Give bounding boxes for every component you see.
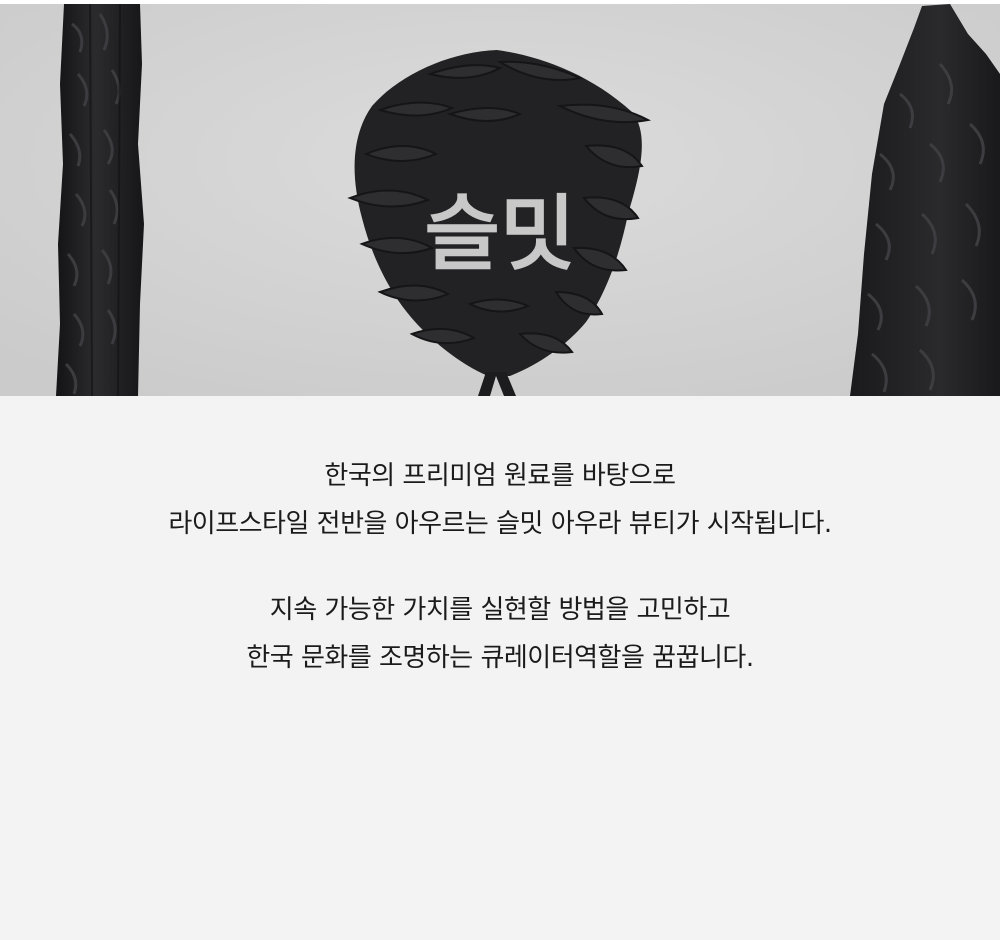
brand-logo: 슬밋 bbox=[425, 187, 576, 282]
brand-intro: 한국의 프리미엄 원료를 바탕으로 라이프스타일 전반을 아우르는 슬밋 아우라… bbox=[0, 396, 1000, 940]
brand-logo-text: 슬밋 bbox=[425, 187, 576, 282]
intro-paragraph-2-line-2: 한국 문화를 조명하는 큐레이터역할을 꿈꿉니다. bbox=[246, 643, 754, 673]
hero-illustration: 슬밋 bbox=[0, 4, 1000, 396]
left-tree-trunk bbox=[56, 4, 144, 396]
page: 슬밋 한국의 프리미엄 원료를 바탕으로 라이프스타일 전반을 아우르는 슬밋 … bbox=[0, 0, 1000, 940]
intro-paragraph-1-line-1: 한국의 프리미엄 원료를 바탕으로 bbox=[324, 461, 676, 491]
hero-banner: 슬밋 bbox=[0, 4, 1000, 396]
intro-paragraph-2: 지속 가능한 가치를 실현할 방법을 고민하고 한국 문화를 조명하는 큐레이터… bbox=[0, 592, 1000, 688]
intro-paragraph-2-line-1: 지속 가능한 가치를 실현할 방법을 고민하고 bbox=[269, 595, 731, 625]
intro-paragraph-1: 한국의 프리미엄 원료를 바탕으로 라이프스타일 전반을 아우르는 슬밋 아우라… bbox=[0, 458, 1000, 554]
intro-paragraph-1-line-2: 라이프스타일 전반을 아우르는 슬밋 아우라 뷰티가 시작됩니다. bbox=[168, 509, 832, 539]
